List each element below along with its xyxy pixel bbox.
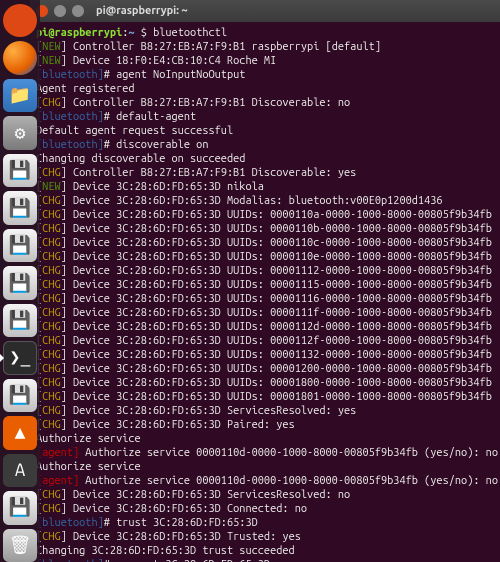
term-line: Authorize service: [36, 461, 141, 473]
term-line: [CHG] Device 3C:28:6D:FD:65:3D Trusted: …: [36, 531, 301, 543]
term-line: [CHG] Device 3C:28:6D:FD:65:3D UUIDs: 00…: [36, 391, 492, 403]
drive-icon[interactable]: 💾: [3, 266, 37, 299]
term-line: [CHG] Device 3C:28:6D:FD:65:3D UUIDs: 00…: [36, 349, 492, 361]
drive-icon[interactable]: 💾: [3, 379, 37, 412]
minimize-icon[interactable]: [54, 5, 66, 17]
term-line: [bluetooth]# discoverable on: [36, 139, 209, 151]
term-line: Agent registered: [36, 83, 135, 95]
term-line: [agent] Authorize service 0000110d-0000-…: [36, 475, 498, 487]
term-line: [CHG] Device 3C:28:6D:FD:65:3D UUIDs: 00…: [36, 265, 492, 277]
term-line: [NEW] Device 3C:28:6D:FD:65:3D nikola: [36, 181, 264, 193]
term-line: [CHG] Controller B8:27:EB:A7:F9:B1 Disco…: [36, 97, 350, 109]
term-line: [CHG] Device 3C:28:6D:FD:65:3D Connected…: [36, 503, 307, 515]
terminal-body[interactable]: pi@raspberrypi:~ $ bluetoothctl [NEW] Co…: [30, 22, 500, 562]
terminal-icon[interactable]: ❯_: [3, 341, 37, 375]
firefox-icon[interactable]: [3, 41, 37, 74]
term-line: [CHG] Controller B8:27:EB:A7:F9:B1 Disco…: [36, 167, 356, 179]
term-line: [CHG] Device 3C:28:6D:FD:65:3D UUIDs: 00…: [36, 377, 492, 389]
files-icon[interactable]: 📁: [3, 79, 37, 112]
unity-launcher: 📁 ⚙ 💾 💾 💾 💾 💾 ❯_ 💾 ▲ A 💾 🗑: [0, 0, 40, 562]
term-line: [CHG] Device 3C:28:6D:FD:65:3D UUIDs: 00…: [36, 307, 492, 319]
dash-icon[interactable]: [3, 4, 37, 37]
term-line: Authorize service: [36, 433, 141, 445]
window-title: pi@raspberrypi: ~: [96, 5, 188, 17]
term-line: [CHG] Device 3C:28:6D:FD:65:3D UUIDs: 00…: [36, 321, 492, 333]
term-line: [CHG] Device 3C:28:6D:FD:65:3D UUIDs: 00…: [36, 279, 492, 291]
trash-icon[interactable]: 🗑: [3, 529, 37, 562]
software-updater-icon[interactable]: A: [3, 454, 37, 487]
term-line: [NEW] Controller B8:27:EB:A7:F9:B1 raspb…: [36, 41, 381, 53]
app-tool-icon[interactable]: ⚙: [3, 116, 37, 149]
term-line: [CHG] Device 3C:28:6D:FD:65:3D UUIDs: 00…: [36, 335, 492, 347]
drive-icon[interactable]: 💾: [3, 229, 37, 262]
drive-icon[interactable]: 💾: [3, 304, 37, 337]
drive-icon[interactable]: 💾: [3, 491, 37, 524]
terminal-window: pi@raspberrypi: ~ pi@raspberrypi:~ $ blu…: [30, 0, 500, 562]
term-line: [CHG] Device 3C:28:6D:FD:65:3D UUIDs: 00…: [36, 223, 492, 235]
titlebar[interactable]: pi@raspberrypi: ~: [30, 0, 500, 22]
term-line: Default agent request successful: [36, 125, 233, 137]
term-line: [CHG] Device 3C:28:6D:FD:65:3D ServicesR…: [36, 489, 350, 501]
term-line: [CHG] Device 3C:28:6D:FD:65:3D UUIDs: 00…: [36, 293, 492, 305]
term-line: [agent] Authorize service 0000110d-0000-…: [36, 447, 498, 459]
term-line: Changing discoverable on succeeded: [36, 153, 245, 165]
term-line: [CHG] Device 3C:28:6D:FD:65:3D UUIDs: 00…: [36, 251, 492, 263]
term-line: [CHG] Device 3C:28:6D:FD:65:3D Paired: y…: [36, 419, 295, 431]
term-line: [CHG] Device 3C:28:6D:FD:65:3D UUIDs: 00…: [36, 209, 492, 221]
typed-command: bluetoothctl: [153, 27, 227, 39]
drive-icon[interactable]: 💾: [3, 154, 37, 187]
term-line: [bluetooth]# agent NoInputNoOutput: [36, 69, 245, 81]
term-line: Changing 3C:28:6D:FD:65:3D trust succeed…: [36, 545, 295, 557]
term-line: [CHG] Device 3C:28:6D:FD:65:3D UUIDs: 00…: [36, 363, 492, 375]
term-line: [CHG] Device 3C:28:6D:FD:65:3D UUIDs: 00…: [36, 237, 492, 249]
term-line: [bluetooth]# trust 3C:28:6D:FD:65:3D: [36, 517, 258, 529]
term-line: [CHG] Device 3C:28:6D:FD:65:3D Modalias:…: [36, 195, 443, 207]
term-line: [NEW] Device 18:F0:E4:CB:10:C4 Roche MI: [36, 55, 276, 67]
maximize-icon[interactable]: [72, 5, 84, 17]
vlc-icon[interactable]: ▲: [3, 416, 37, 449]
prompt-user: pi@raspberrypi: [36, 27, 122, 39]
drive-icon[interactable]: 💾: [3, 191, 37, 224]
term-line: [CHG] Device 3C:28:6D:FD:65:3D ServicesR…: [36, 405, 356, 417]
term-line: [bluetooth]# default-agent: [36, 111, 196, 123]
